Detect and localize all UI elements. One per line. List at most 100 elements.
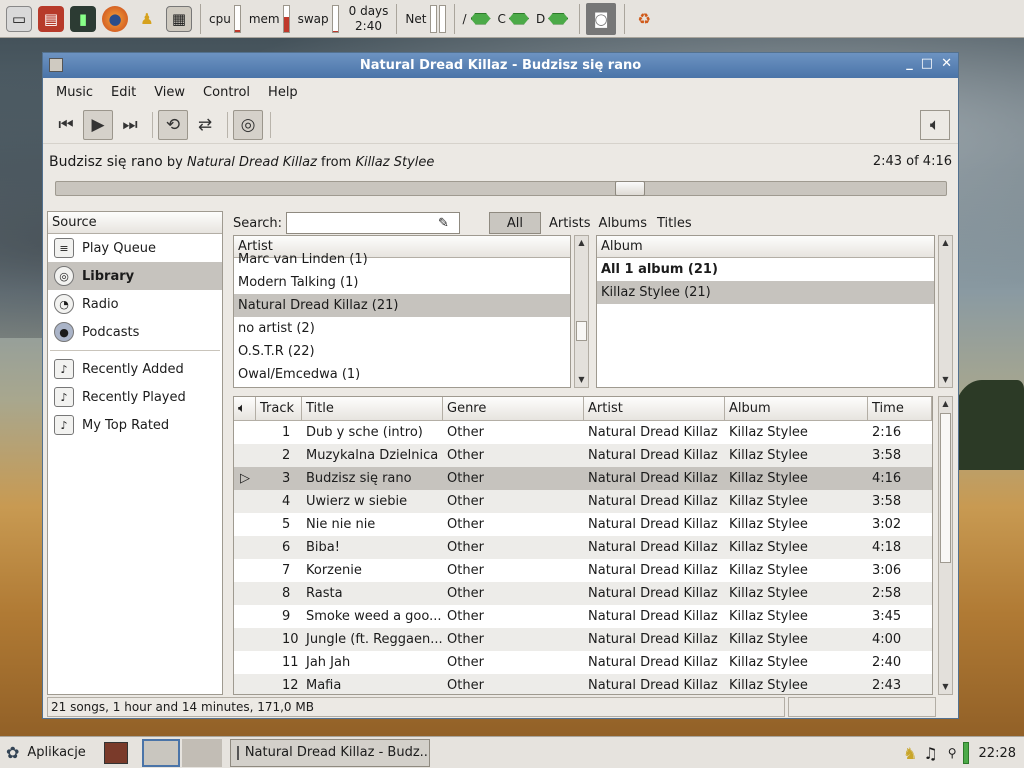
table-row[interactable]: 5 Nie nie nie Other Natural Dread Killaz Kil… (234, 513, 932, 536)
drive-icon[interactable]: ▭ (6, 5, 32, 32)
applications-menu-icon[interactable]: ✿ (6, 743, 19, 762)
artist-row[interactable]: Modern Talking (1) (234, 271, 570, 294)
pidgin-icon[interactable]: ♟ (134, 6, 160, 32)
scroll-up-arrow-icon[interactable]: ▲ (939, 236, 952, 250)
terminal-icon[interactable]: ▮ (70, 5, 96, 32)
artist-scrollbar[interactable]: ▲ ▼ (574, 235, 589, 388)
track-scrollbar[interactable]: ▲ ▼ (938, 396, 953, 695)
scroll-thumb[interactable] (940, 413, 951, 563)
search-clear-icon[interactable]: ✎ (438, 216, 449, 231)
table-row[interactable]: 7 Korzenie Other Natural Dread Killaz Killaz… (234, 559, 932, 582)
drive-d[interactable]: D (536, 12, 571, 26)
firefox-icon[interactable]: ● (102, 5, 128, 32)
table-row[interactable]: 11 Jah Jah Other Natural Dread Killaz Killaz… (234, 651, 932, 674)
column-header-time[interactable]: Time (868, 397, 932, 420)
scroll-up-arrow-icon[interactable]: ▲ (939, 397, 952, 411)
taskbar-window-button[interactable]: Natural Dread Killaz - Budz... (229, 738, 430, 767)
applications-menu[interactable]: Aplikacje (27, 745, 85, 760)
table-row[interactable]: 10 Jungle (ft. Reggaen... Other Natural Dre… (234, 628, 932, 651)
menu-control[interactable]: Control (200, 83, 253, 102)
column-header-track[interactable]: Track (256, 397, 302, 420)
album-header[interactable]: Album (597, 236, 934, 258)
volume-button[interactable]: 🔈︎ (920, 109, 950, 140)
source-header[interactable]: Source (48, 212, 222, 234)
seek-slider[interactable] (55, 181, 947, 196)
table-row[interactable]: 1 Dub y sche (intro) Other Natural Dread Ki… (234, 421, 932, 444)
source-item-recently-added[interactable]: ♪ Recently Added (48, 355, 222, 383)
network-icon[interactable]: ⚲ (948, 746, 957, 760)
scroll-down-arrow-icon[interactable]: ▼ (939, 680, 952, 694)
browse-toggle[interactable]: ◎ (233, 109, 263, 140)
table-row[interactable]: 9 Smoke weed a goo... Other Natural Dread K… (234, 605, 932, 628)
column-header-genre[interactable]: Genre (443, 397, 584, 420)
maximize-icon[interactable]: □ (921, 56, 933, 71)
monitor-icon[interactable]: ▤ (38, 5, 64, 32)
calculator-icon[interactable]: ▦ (166, 5, 192, 32)
table-row[interactable]: 6 Biba! Other Natural Dread Killaz Killaz St… (234, 536, 932, 559)
repeat-toggle[interactable]: ⟲ (158, 109, 188, 140)
menu-help[interactable]: Help (265, 83, 301, 102)
trash-icon[interactable]: ♻ (631, 6, 657, 32)
net-monitor[interactable]: Net (405, 4, 446, 33)
close-icon[interactable]: ✕ (941, 56, 952, 71)
play-button[interactable]: ▶ (83, 109, 113, 140)
drive-c-icon (508, 12, 529, 25)
window-menu-icon[interactable] (49, 58, 63, 72)
source-item-my-top-rated[interactable]: ♪ My Top Rated (48, 411, 222, 439)
filter-all-button[interactable]: All (488, 212, 541, 234)
clock[interactable]: 22:28 (979, 746, 1016, 761)
swap-monitor[interactable]: swap (298, 4, 339, 33)
source-item-label: Recently Added (82, 361, 184, 377)
cpu-monitor[interactable]: cpu (209, 4, 241, 33)
table-row[interactable]: 2 Muzykalna Dzielnica Other Natural Dread K… (234, 444, 932, 467)
column-header-album[interactable]: Album (725, 397, 868, 420)
previous-button[interactable]: ⏮ (51, 110, 81, 140)
window-titlebar[interactable]: Natural Dread Killaz - Budzisz się rano … (43, 53, 958, 78)
show-desktop-icon[interactable] (103, 741, 128, 764)
filter-artists-button[interactable]: Artists (549, 216, 591, 231)
battery-icon[interactable] (962, 742, 969, 764)
menu-view[interactable]: View (151, 83, 188, 102)
minimize-icon[interactable]: _ (906, 56, 913, 71)
table-row[interactable]: 12 Mafia Other Natural Dread Killaz Killaz S… (234, 674, 932, 694)
source-item-podcasts[interactable]: ● Podcasts (48, 318, 222, 346)
source-item-radio[interactable]: ◔ Radio (48, 290, 222, 318)
shuffle-toggle[interactable]: ⇄ (190, 110, 220, 140)
next-button[interactable]: ⏭ (115, 110, 145, 140)
scroll-up-arrow-icon[interactable]: ▲ (575, 236, 588, 250)
scroll-thumb[interactable] (576, 321, 587, 341)
mem-monitor[interactable]: mem (249, 4, 290, 33)
search-input[interactable] (286, 212, 461, 234)
playing-column-header[interactable]: 🔈︎ (234, 397, 256, 420)
camera-icon[interactable]: ◙ (586, 2, 617, 35)
scroll-down-arrow-icon[interactable]: ▼ (939, 373, 952, 387)
album-row[interactable]: Killaz Stylee (21) (597, 281, 934, 304)
table-row[interactable]: 8 Rasta Other Natural Dread Killaz Killaz St… (234, 582, 932, 605)
album-scrollbar[interactable]: ▲ ▼ (938, 235, 953, 388)
drive-root[interactable]: / (463, 12, 494, 26)
table-row[interactable]: ▷ 3 Budzisz się rano Other Natural Dread Kil… (234, 467, 932, 490)
workspace-1[interactable] (141, 738, 180, 767)
column-header-title[interactable]: Title (302, 397, 443, 420)
source-item-library[interactable]: ◎ Library (48, 262, 222, 290)
source-item-play-queue[interactable]: ≡ Play Queue (48, 234, 222, 262)
filter-titles-button[interactable]: Titles (657, 216, 692, 231)
source-item-recently-played[interactable]: ♪ Recently Played (48, 383, 222, 411)
menu-music[interactable]: Music (53, 83, 96, 102)
column-header-artist[interactable]: Artist (584, 397, 725, 420)
artist-row[interactable]: Marc van Linden (1) (234, 248, 570, 271)
workspace-2[interactable] (181, 738, 222, 767)
music-note-icon[interactable]: ♫ (923, 744, 937, 763)
menu-edit[interactable]: Edit (108, 83, 139, 102)
artist-row[interactable]: Natural Dread Killaz (21) (234, 294, 570, 317)
album-row-all[interactable]: All 1 album (21) (597, 258, 934, 281)
scroll-down-arrow-icon[interactable]: ▼ (575, 373, 588, 387)
notification-icon[interactable]: ♞ (903, 744, 917, 763)
artist-row[interactable]: Owal/Emcedwa (1) (234, 363, 570, 386)
artist-row[interactable]: no artist (2) (234, 317, 570, 340)
filter-albums-button[interactable]: Albums (599, 216, 647, 231)
table-row[interactable]: 4 Uwierz w siebie Other Natural Dread Killa… (234, 490, 932, 513)
drive-c[interactable]: C (498, 12, 532, 26)
artist-row[interactable]: O.S.T.R (22) (234, 340, 570, 363)
seek-thumb[interactable] (615, 181, 645, 196)
